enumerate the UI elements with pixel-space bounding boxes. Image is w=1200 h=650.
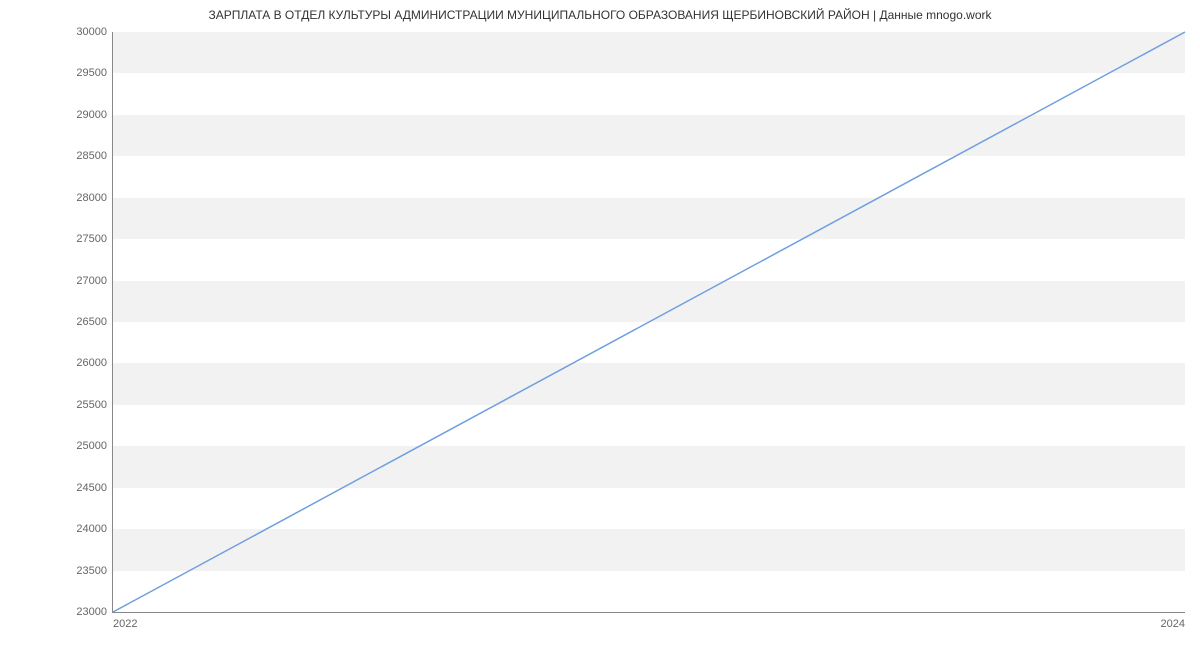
chart-title: ЗАРПЛАТА В ОТДЕЛ КУЛЬТУРЫ АДМИНИСТРАЦИИ … [0, 8, 1200, 22]
y-tick-label: 24000 [76, 523, 107, 535]
y-tick-label: 29500 [76, 67, 107, 79]
y-tick-label: 28500 [76, 150, 107, 162]
y-tick-label: 28000 [76, 192, 107, 204]
y-tick-label: 24500 [76, 482, 107, 494]
plot-area: 2300023500240002450025000255002600026500… [112, 32, 1185, 613]
y-tick-label: 25000 [76, 440, 107, 452]
y-tick-label: 26000 [76, 357, 107, 369]
y-tick-label: 27500 [76, 233, 107, 245]
y-tick-label: 25500 [76, 399, 107, 411]
y-tick-label: 26500 [76, 316, 107, 328]
x-tick-label: 2022 [113, 618, 137, 630]
y-tick-label: 30000 [76, 26, 107, 38]
x-tick-label: 2024 [1161, 618, 1185, 630]
chart-container: ЗАРПЛАТА В ОТДЕЛ КУЛЬТУРЫ АДМИНИСТРАЦИИ … [0, 0, 1200, 650]
y-tick-label: 23000 [76, 606, 107, 618]
y-tick-label: 29000 [76, 109, 107, 121]
series-line [113, 32, 1185, 612]
y-tick-label: 27000 [76, 275, 107, 287]
y-tick-label: 23500 [76, 565, 107, 577]
line-series [113, 32, 1185, 612]
